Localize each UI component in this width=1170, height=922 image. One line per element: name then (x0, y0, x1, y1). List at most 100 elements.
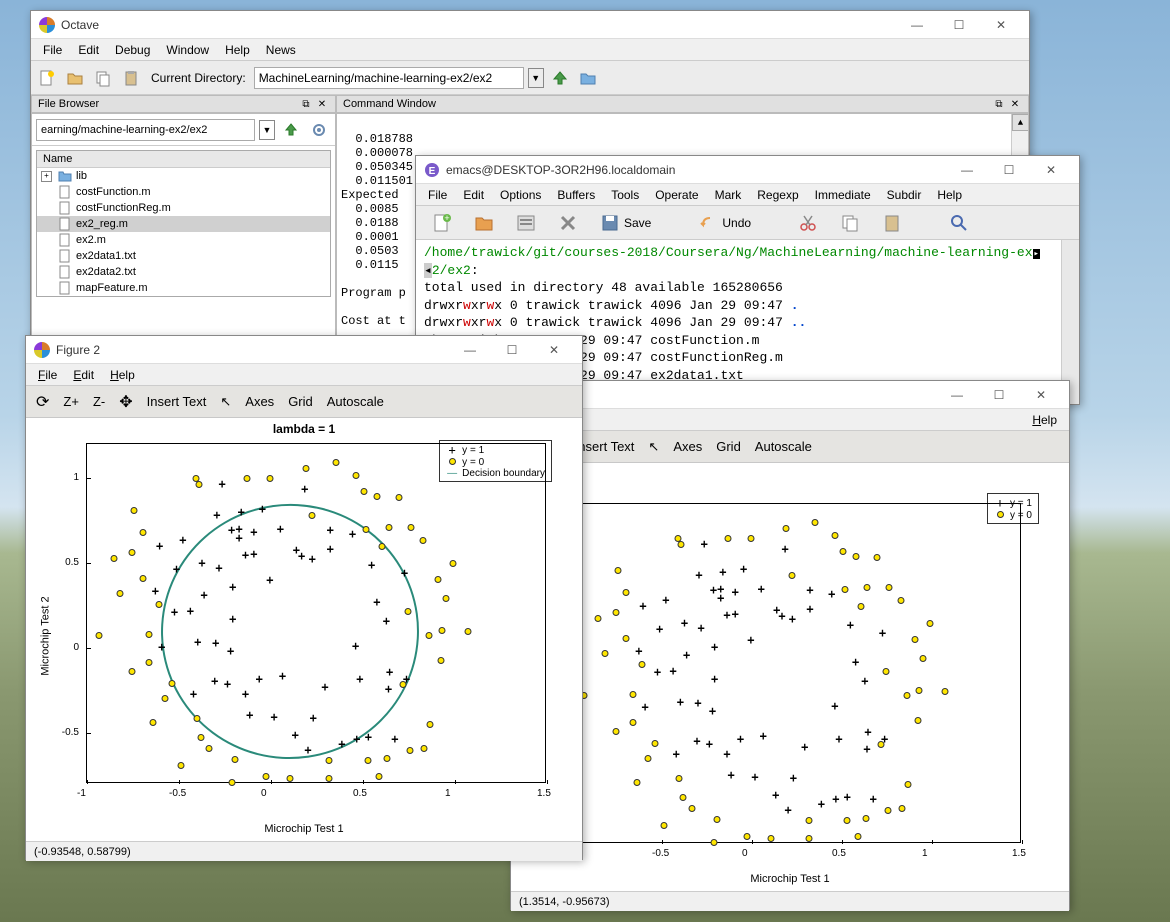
close-button[interactable]: ✕ (981, 15, 1021, 35)
figure2-canvas[interactable]: lambda = 1 +y = 1 y = 0 —Decision bounda… (26, 418, 582, 841)
menu-file[interactable]: File (35, 41, 70, 59)
figure1-canvas[interactable]: +y = 1 y = 0 -1-0.500.511.5-0.500.51++++… (511, 463, 1069, 891)
grid-button[interactable]: Grid (716, 439, 741, 454)
open-file-icon[interactable] (63, 66, 87, 90)
filebrowser-path-input[interactable] (36, 119, 255, 141)
data-point-negative (904, 777, 911, 791)
data-point-negative (885, 803, 892, 817)
insert-text-button[interactable]: Insert Text (575, 439, 635, 454)
menu-file[interactable]: File (420, 186, 455, 204)
menu-help[interactable]: Help (102, 366, 143, 384)
close-button[interactable]: ✕ (1031, 160, 1071, 180)
menu-file[interactable]: File (30, 366, 65, 384)
dired-path: /home/trawick/git/courses-2018/Coursera/… (424, 245, 1033, 260)
close-button[interactable]: ✕ (534, 340, 574, 360)
zoom-in-button[interactable]: Z+ (63, 394, 79, 409)
menu-window[interactable]: Window (158, 41, 217, 59)
file-row-selected[interactable]: ex2_reg.m (37, 216, 330, 232)
fb-up-icon[interactable] (279, 118, 303, 142)
x-tick-label: 0 (261, 788, 267, 799)
file-row[interactable]: ex2data1.txt (37, 248, 330, 264)
copy-icon[interactable] (91, 66, 115, 90)
pan-icon[interactable]: ✥ (119, 392, 132, 412)
minimize-button[interactable]: — (947, 160, 987, 180)
menu-operate[interactable]: Operate (647, 186, 706, 204)
panel-close-icon[interactable]: ✕ (315, 97, 329, 111)
minimize-button[interactable]: — (897, 15, 937, 35)
scroll-up-icon[interactable]: ▲ (1012, 114, 1029, 131)
menu-help[interactable]: Help (1024, 411, 1065, 429)
maximize-button[interactable]: ☐ (979, 385, 1019, 405)
minimize-button[interactable]: — (450, 340, 490, 360)
kill-buffer-icon[interactable] (552, 211, 584, 235)
file-list-column-name[interactable]: Name (37, 151, 330, 168)
menu-options[interactable]: Options (492, 186, 549, 204)
panel-undock-icon[interactable]: ⧉ (299, 97, 313, 111)
emacs-titlebar[interactable]: E emacs@DESKTOP-3OR2H96.localdomain — ☐ … (416, 156, 1079, 184)
menu-mark[interactable]: Mark (707, 186, 750, 204)
insert-text-button[interactable]: Insert Text (147, 394, 207, 409)
close-button[interactable]: ✕ (1021, 385, 1061, 405)
autoscale-button[interactable]: Autoscale (755, 439, 812, 454)
file-row[interactable]: costFunction.m (37, 184, 330, 200)
data-point-negative (629, 687, 636, 701)
maximize-button[interactable]: ☐ (989, 160, 1029, 180)
new-icon[interactable]: + (426, 211, 458, 235)
file-row[interactable]: costFunctionReg.m (37, 200, 330, 216)
menu-buffers[interactable]: Buffers (549, 186, 603, 204)
menu-news[interactable]: News (258, 41, 304, 59)
menu-help[interactable]: Help (929, 186, 970, 204)
octave-titlebar[interactable]: Octave — ☐ ✕ (31, 11, 1029, 39)
zoom-out-button[interactable]: Z- (93, 394, 105, 409)
undo-button[interactable]: Undo (692, 211, 757, 235)
curdir-dropdown-icon[interactable]: ▼ (528, 68, 544, 88)
dired-icon[interactable] (510, 211, 542, 235)
figure1-titlebar[interactable]: — ☐ ✕ (511, 381, 1069, 409)
pointer-icon[interactable]: ↖ (220, 394, 231, 410)
search-icon[interactable] (943, 211, 975, 235)
pointer-icon[interactable]: ↖ (648, 439, 659, 455)
new-file-icon[interactable] (35, 66, 59, 90)
panel-undock-icon[interactable]: ⧉ (992, 97, 1006, 111)
cut-icon[interactable] (792, 211, 824, 235)
paste-icon[interactable] (119, 66, 143, 90)
menu-immediate[interactable]: Immediate (807, 186, 879, 204)
menu-subdir[interactable]: Subdir (879, 186, 930, 204)
data-point-negative (783, 521, 790, 535)
open-icon[interactable] (468, 211, 500, 235)
dired-entry[interactable]: drwxrwxrwx 0 trawick trawick 4096 Jan 29… (424, 297, 1071, 315)
menu-edit[interactable]: Edit (455, 186, 492, 204)
grid-button[interactable]: Grid (288, 394, 313, 409)
menu-tools[interactable]: Tools (603, 186, 647, 204)
maximize-button[interactable]: ☐ (939, 15, 979, 35)
paste-icon[interactable] (876, 211, 908, 235)
menu-regexp[interactable]: Regexp (749, 186, 806, 204)
data-point-positive: + (349, 527, 356, 541)
file-row[interactable]: mapFeature.m (37, 280, 330, 296)
fb-dropdown-icon[interactable]: ▼ (259, 120, 275, 140)
menu-help[interactable]: Help (217, 41, 258, 59)
menu-edit[interactable]: Edit (70, 41, 107, 59)
save-button[interactable]: Save (594, 211, 657, 235)
expand-icon[interactable]: + (41, 171, 52, 182)
dired-entry[interactable]: drwxrwxrwx 0 trawick trawick 4096 Jan 29… (424, 314, 1071, 332)
copy-icon[interactable] (834, 211, 866, 235)
figure2-titlebar[interactable]: Figure 2 — ☐ ✕ (26, 336, 582, 364)
axes-button[interactable]: Axes (245, 394, 274, 409)
file-row-lib[interactable]: +lib (37, 168, 330, 184)
curdir-input[interactable] (254, 67, 524, 89)
browse-folder-icon[interactable] (576, 66, 600, 90)
data-point-positive: + (386, 665, 393, 679)
file-row[interactable]: ex2data2.txt (37, 264, 330, 280)
fb-gear-icon[interactable] (307, 118, 331, 142)
up-dir-icon[interactable] (548, 66, 572, 90)
panel-close-icon[interactable]: ✕ (1008, 97, 1022, 111)
minimize-button[interactable]: — (937, 385, 977, 405)
menu-edit[interactable]: Edit (65, 366, 102, 384)
rotate-icon[interactable]: ⟳ (36, 392, 49, 412)
maximize-button[interactable]: ☐ (492, 340, 532, 360)
autoscale-button[interactable]: Autoscale (327, 394, 384, 409)
file-row[interactable]: ex2.m (37, 232, 330, 248)
axes-button[interactable]: Axes (673, 439, 702, 454)
menu-debug[interactable]: Debug (107, 41, 158, 59)
